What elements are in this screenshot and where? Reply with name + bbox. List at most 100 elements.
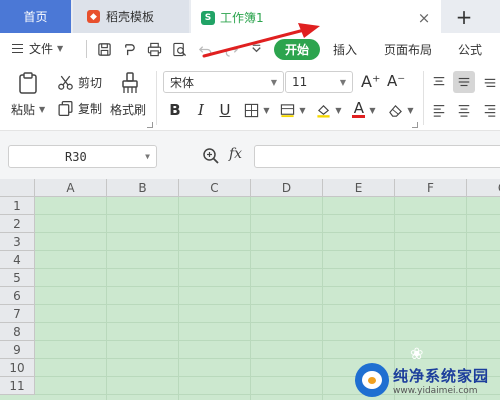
clear-format-button[interactable]: ▼ <box>386 99 416 121</box>
cut-button[interactable]: 剪切 <box>57 74 102 91</box>
align-bottom-button[interactable] <box>480 71 500 93</box>
chevron-down-icon: ▼ <box>369 105 376 115</box>
font-color-button[interactable]: A ▼ <box>350 99 378 121</box>
cell-style-icon <box>281 103 295 117</box>
print-preview-button[interactable] <box>170 40 188 58</box>
column-header-g[interactable]: G <box>467 179 500 197</box>
tab-home-label: 首页 <box>23 10 48 24</box>
paint-bucket-icon <box>317 104 331 118</box>
gridline-horizontal <box>35 268 500 269</box>
ribbon-divider <box>423 71 424 125</box>
gridline-horizontal <box>35 232 500 233</box>
cell-style-button[interactable]: ▼ <box>278 99 308 121</box>
format-painter-label: 格式刷 <box>110 103 147 117</box>
zoom-icon[interactable] <box>202 147 220 165</box>
align-left-button[interactable] <box>428 99 450 121</box>
file-menu-label: 文件 <box>29 42 54 56</box>
annotation-arrow-icon <box>202 23 320 58</box>
italic-button[interactable]: I <box>192 99 210 121</box>
name-box[interactable]: R30 ▼ <box>8 145 157 168</box>
column-header-e[interactable]: E <box>323 179 395 197</box>
tab-page-layout[interactable]: 页面布局 <box>384 39 432 60</box>
gridline-horizontal <box>35 358 500 359</box>
tab-templates-label: 稻壳模板 <box>106 10 155 24</box>
gridline-vertical <box>322 197 323 400</box>
bold-button[interactable]: B <box>166 99 184 121</box>
format-painter-big-icon[interactable] <box>118 71 142 95</box>
tab-formulas[interactable]: 公式 <box>458 39 482 60</box>
row-header-2[interactable]: 2 <box>0 215 35 233</box>
format-painter-button[interactable]: 格式刷 <box>110 101 146 118</box>
column-header-a[interactable]: A <box>35 179 107 197</box>
align-middle-button[interactable] <box>453 71 475 93</box>
bold-icon: B <box>169 101 181 119</box>
copy-button[interactable]: 复制 <box>57 100 102 117</box>
formula-input[interactable] <box>254 145 500 168</box>
paste-icon[interactable] <box>16 71 40 95</box>
select-all-corner[interactable] <box>0 179 35 197</box>
row-header-9[interactable]: 9 <box>0 341 35 359</box>
ribbon-home: 粘贴 ▼ 剪切 复制 格式刷 宋体 ▼ 11 ▼ A⁺ A⁻ B I U ▼ ▼… <box>0 65 500 131</box>
row-header-8[interactable]: 8 <box>0 323 35 341</box>
column-header-d[interactable]: D <box>251 179 323 197</box>
format-painter-quick-button[interactable] <box>120 40 138 58</box>
chevron-down-icon: ▼ <box>263 105 270 115</box>
gridline-horizontal <box>35 250 500 251</box>
eraser-icon <box>389 104 403 117</box>
insert-function-button[interactable]: fx <box>229 146 242 162</box>
row-header-1[interactable]: 1 <box>0 197 35 215</box>
fill-color-button[interactable]: ▼ <box>314 99 344 121</box>
clipboard-group-launcher[interactable] <box>147 122 153 128</box>
row-header-3[interactable]: 3 <box>0 233 35 251</box>
paste-button[interactable]: 粘贴 ▼ <box>11 101 45 118</box>
chevron-down-icon: ▼ <box>57 44 64 53</box>
row-header-10[interactable]: 10 <box>0 359 35 377</box>
font-group-launcher[interactable] <box>412 122 418 128</box>
font-name-select[interactable]: 宋体 ▼ <box>163 71 284 93</box>
column-header-c[interactable]: C <box>179 179 251 197</box>
tab-home[interactable]: 首页 <box>0 0 71 33</box>
shrink-font-button[interactable]: A⁻ <box>387 72 405 90</box>
grow-font-button[interactable]: A⁺ <box>361 72 380 91</box>
align-bottom-icon <box>484 78 496 87</box>
gridline-vertical <box>250 197 251 400</box>
align-right-button[interactable] <box>480 99 500 121</box>
row-header-11[interactable]: 11 <box>0 377 35 395</box>
align-top-button[interactable] <box>428 71 450 93</box>
ribbon-divider <box>156 71 157 125</box>
chevron-down-icon: ▼ <box>39 105 46 114</box>
tab-templates[interactable]: ◆ 稻壳模板 <box>73 0 189 33</box>
column-header-f[interactable]: F <box>395 179 467 197</box>
row-header-4[interactable]: 4 <box>0 251 35 269</box>
underline-button[interactable]: U <box>216 99 234 121</box>
row-header-5[interactable]: 5 <box>0 269 35 287</box>
chevron-down-icon: ▼ <box>270 77 277 87</box>
borders-button[interactable]: ▼ <box>242 99 272 121</box>
row-header-6[interactable]: 6 <box>0 287 35 305</box>
font-size-select[interactable]: 11 ▼ <box>285 71 353 93</box>
border-icon <box>245 103 259 117</box>
menu-divider <box>86 40 87 58</box>
gridline-horizontal <box>35 304 500 305</box>
docer-logo-icon: ◆ <box>87 10 100 23</box>
tab-insert[interactable]: 插入 <box>333 39 357 60</box>
chevron-down-icon: ▼ <box>299 105 306 115</box>
brush-icon <box>122 72 138 93</box>
row-header-7[interactable]: 7 <box>0 305 35 323</box>
italic-icon: I <box>198 101 204 119</box>
new-tab-button[interactable]: + <box>448 0 480 33</box>
font-color-icon: A <box>352 101 366 118</box>
watermark-url: www.yidaimei.com <box>393 385 478 396</box>
file-menu[interactable]: 文件 ▼ <box>12 40 63 57</box>
clipboard-icon <box>19 72 37 94</box>
font-color-swatch <box>352 115 366 118</box>
site-watermark: 纯净系统家园 www.yidaimei.com <box>355 360 500 400</box>
shrink-font-icon: A⁻ <box>387 72 406 90</box>
column-header-b[interactable]: B <box>107 179 179 197</box>
close-tab-icon[interactable]: × <box>417 11 431 26</box>
print-preview-icon <box>172 42 186 56</box>
chevron-down-icon: ▼ <box>339 77 346 87</box>
print-button[interactable] <box>145 40 163 58</box>
save-button[interactable] <box>95 40 113 58</box>
align-center-button[interactable] <box>453 99 475 121</box>
